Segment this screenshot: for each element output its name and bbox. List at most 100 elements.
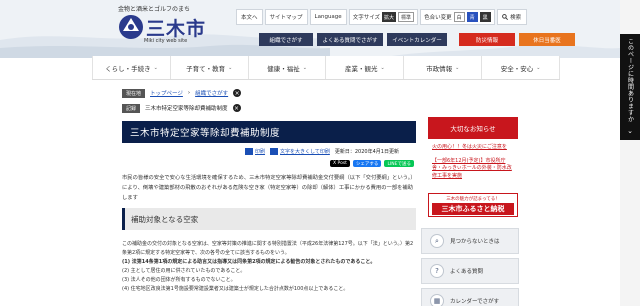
global-nav: くらし・手続き ⌄ 子育て・教育 ⌄ 健康・福祉 ⌄ 産業・観光 ⌄ 市政情報 ⌄ 安全・… <box>92 56 560 80</box>
gnav-childcare[interactable]: 子育て・教育 ⌄ <box>171 56 249 79</box>
body-item: (3) 法人その他の団体が所有するものでないこと。 <box>122 277 236 283</box>
skip-to-content-link[interactable]: 本文へ <box>236 9 263 25</box>
gnav-living[interactable]: くらし・手続き ⌄ <box>92 56 171 79</box>
print-link[interactable]: 印刷 <box>245 148 265 155</box>
breadcrumb-tag: 現在地 <box>122 88 146 98</box>
search-by-org-button[interactable]: 組織でさがす <box>259 33 313 46</box>
breadcrumb-separator: › <box>187 90 191 96</box>
print-icon <box>245 148 253 155</box>
close-icon[interactable]: × <box>233 89 242 97</box>
quick-link-calendar[interactable]: ▦ カレンダーでさがす <box>421 288 519 306</box>
color-white-button[interactable]: 白 <box>453 12 465 22</box>
gnav-label: 健康・福祉 <box>267 64 300 73</box>
quick-link-faq[interactable]: ? よくある質問 <box>421 258 519 284</box>
body-item: (2) 主として居住の用に供されていたものであること。 <box>122 268 246 274</box>
header-buttons: 組織でさがす よくある質問でさがす イベントカレンダー 防災情報 休日当番医 <box>259 33 575 46</box>
calendar-icon: ▦ <box>430 294 444 306</box>
facebook-share-button[interactable]: シェアする <box>352 160 382 167</box>
search-icon <box>502 14 509 20</box>
gnav-industry[interactable]: 産業・観光 ⌄ <box>326 56 405 79</box>
breadcrumb-link-org[interactable]: 組織でさがす <box>195 89 228 97</box>
color-control: 色合い変更 白 青 黒 <box>420 9 495 25</box>
site-logo[interactable]: 金物と酒米とゴルフのまち 三木市 Miki city web site <box>118 4 218 52</box>
city-emblem-icon <box>119 15 143 39</box>
quick-links: ⌕ 見つからないときは ? よくある質問 ▦ カレンダーでさがす <box>421 228 519 306</box>
updated-date: 更新日：2020年4月1日更新 <box>334 149 399 155</box>
notice-link[interactable]: 【一部6年12月(予定)】市役所庁舎・みっきぃホールの外装・防水改修工事を実施 <box>432 158 514 181</box>
quick-link-label: 見つからないときは <box>450 239 500 245</box>
quick-link-label: カレンダーでさがす <box>450 299 500 305</box>
text-standard-button[interactable]: 標準 <box>398 12 415 22</box>
history-crumb: 記録 三木市特定空家等除却費補助制度 × <box>122 103 241 113</box>
large-print-link[interactable]: 文字を大きくして印刷 <box>270 148 330 155</box>
logo-tagline: 金物と酒米とゴルフのまち <box>118 6 191 13</box>
intro-text: 市民の皆様の安全で安心な生活環境を確保するため、三木市特定空家等除却費補助金交付… <box>122 175 416 201</box>
print-icon <box>270 148 279 155</box>
text-enlarge-button[interactable]: 拡大 <box>382 12 397 22</box>
gnav-label: 子育て・教育 <box>186 64 226 73</box>
furusato-nozei-banner[interactable]: 三木の魅力が詰まってる！ 三木市ふるさと納税 <box>428 193 518 217</box>
utility-bar: 本文へ サイトマップ Language 文字サイズ 拡大 標準 色合い変更 白 … <box>236 9 527 25</box>
x-post-button[interactable]: X Post <box>330 160 350 167</box>
line-share-button[interactable]: LINEで送る <box>384 160 414 167</box>
notices-heading: 大切なお知らせ <box>428 117 518 139</box>
feedback-tab-label: このページに時間ありますか <box>626 38 634 123</box>
page-title: 三木市特定空家等除却費補助制度 <box>122 121 416 143</box>
chevron-down-icon: ⌄ <box>380 64 385 71</box>
gnav-label: 市政情報 <box>426 64 453 73</box>
chevron-down-icon: ⌄ <box>153 64 158 71</box>
color-blue-button[interactable]: 青 <box>466 12 478 22</box>
holiday-clinic-button[interactable]: 休日当番医 <box>519 33 575 46</box>
gnav-label: 産業・観光 <box>345 64 378 73</box>
color-label: 色合い変更 <box>424 15 452 21</box>
body-lead: この補助金の交付の対象となる空家は、空家等対策の推進に関する特別措置法（平成26… <box>122 241 414 256</box>
site-header: 金物と酒米とゴルフのまち 三木市 Miki city web site 本文へ … <box>0 0 620 58</box>
body-item: (1) 法第14条第1項の規定による助言又は指導又は同条第2項の規定による勧告の… <box>122 259 376 265</box>
notices-list: 火の用心！！冬は火災にご注意を 【一部6年12月(予定)】市役所庁舎・みっきぃホ… <box>428 139 518 191</box>
page-feedback-tab[interactable]: このページに時間ありますか ⌄ <box>620 34 640 140</box>
search-button[interactable]: 検索 <box>496 9 527 25</box>
logo-subtitle: Miki city web site <box>144 38 188 44</box>
section-heading: 補助対象となる空家 <box>122 208 416 230</box>
chevron-down-icon: ⌄ <box>302 64 307 71</box>
breadcrumb: 現在地 トップページ › 組織でさがす × <box>122 88 242 98</box>
print-label: 印刷 <box>255 149 266 155</box>
search-label: 検索 <box>510 15 522 21</box>
notice-link[interactable]: 火の用心！！冬は火災にご注意を <box>432 144 514 152</box>
event-calendar-button[interactable]: イベントカレンダー <box>387 33 447 46</box>
sitemap-link[interactable]: サイトマップ <box>264 9 308 25</box>
quick-link-label: よくある質問 <box>450 269 484 275</box>
color-black-button[interactable]: 黒 <box>479 12 491 22</box>
chevron-down-icon: ⌄ <box>228 64 233 71</box>
body-item: (4) 住宅地区改良法第1号施設要常建設業者又は建築士が規定した合計点数が100… <box>122 286 349 292</box>
quick-link-not-found[interactable]: ⌕ 見つからないときは <box>421 228 519 254</box>
question-icon: ? <box>430 264 444 278</box>
page-tools: 印刷 文字を大きくして印刷 更新日：2020年4月1日更新 <box>245 148 399 155</box>
text-size-label: 文字サイズ <box>352 15 381 21</box>
page: 金物と酒米とゴルフのまち 三木市 Miki city web site 本文へ … <box>0 0 640 306</box>
text-size-control: 文字サイズ 拡大 標準 <box>348 9 419 25</box>
gnav-safety[interactable]: 安全・安心 ⌄ <box>482 56 560 79</box>
gnav-city-info[interactable]: 市政情報 ⌄ <box>404 56 483 79</box>
important-notices: 大切なお知らせ 火の用心！！冬は火災にご注意を 【一部6年12月(予定)】市役所… <box>428 117 518 191</box>
history-item[interactable]: 三木市特定空家等除却費補助制度 <box>145 104 228 112</box>
breadcrumb-link-top[interactable]: トップページ <box>150 89 183 97</box>
large-print-label: 文字を大きくして印刷 <box>280 149 330 155</box>
share-buttons: X Post シェアする LINEで送る <box>330 160 414 167</box>
gnav-label: 安全・安心 <box>500 64 534 73</box>
close-icon[interactable]: × <box>232 104 241 112</box>
history-tag: 記録 <box>122 103 141 113</box>
chevron-down-icon: ⌄ <box>536 64 541 71</box>
banner-title: 三木市ふるさと納税 <box>432 203 514 215</box>
disaster-info-button[interactable]: 防災情報 <box>459 33 515 46</box>
chevron-down-icon: ⌄ <box>627 126 633 135</box>
logo-city-name: 三木市 <box>146 18 207 40</box>
chevron-down-icon: ⌄ <box>455 64 460 71</box>
banner-tagline: 三木の魅力が詰まってる！ <box>446 197 500 202</box>
faq-button[interactable]: よくある質問でさがす <box>317 33 383 46</box>
section-body: この補助金の交付の対象となる空家は、空家等対策の推進に関する特別措置法（平成26… <box>122 240 416 294</box>
gnav-health[interactable]: 健康・福祉 ⌄ <box>249 56 327 79</box>
gnav-label: くらし・手続き <box>105 64 151 73</box>
search-icon: ⌕ <box>430 234 444 248</box>
language-button[interactable]: Language <box>309 9 347 25</box>
